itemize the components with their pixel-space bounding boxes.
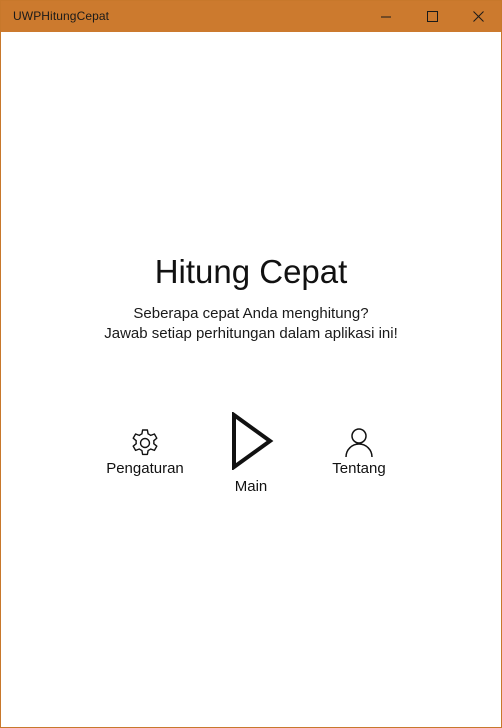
- maximize-button[interactable]: [410, 1, 456, 32]
- about-label: Tentang: [332, 460, 386, 477]
- main-content: Hitung Cepat Seberapa cepat Anda menghit…: [1, 32, 501, 727]
- about-button[interactable]: Tentang: [321, 426, 397, 477]
- play-button[interactable]: Main: [221, 412, 281, 495]
- gear-icon: [101, 426, 189, 458]
- settings-label: Pengaturan: [106, 460, 184, 477]
- app-window: UWPHitungCepat Hitung Cepat Seberapa cep…: [0, 0, 502, 728]
- window-title: UWPHitungCepat: [13, 9, 110, 23]
- minimize-button[interactable]: [364, 1, 410, 32]
- play-label: Main: [234, 478, 268, 495]
- subtitle-line-1: Seberapa cepat Anda menghitung?: [133, 305, 369, 322]
- settings-button[interactable]: Pengaturan: [101, 426, 189, 477]
- person-icon: [321, 426, 397, 458]
- subtitle-line-2: Jawab setiap perhitungan dalam aplikasi …: [104, 325, 398, 342]
- play-icon: [221, 412, 281, 470]
- maximize-icon: [427, 11, 438, 22]
- title-bar[interactable]: UWPHitungCepat: [1, 1, 501, 32]
- close-icon: [473, 11, 484, 22]
- close-button[interactable]: [456, 1, 501, 32]
- minimize-icon: [381, 16, 391, 18]
- page-title: Hitung Cepat: [154, 253, 348, 290]
